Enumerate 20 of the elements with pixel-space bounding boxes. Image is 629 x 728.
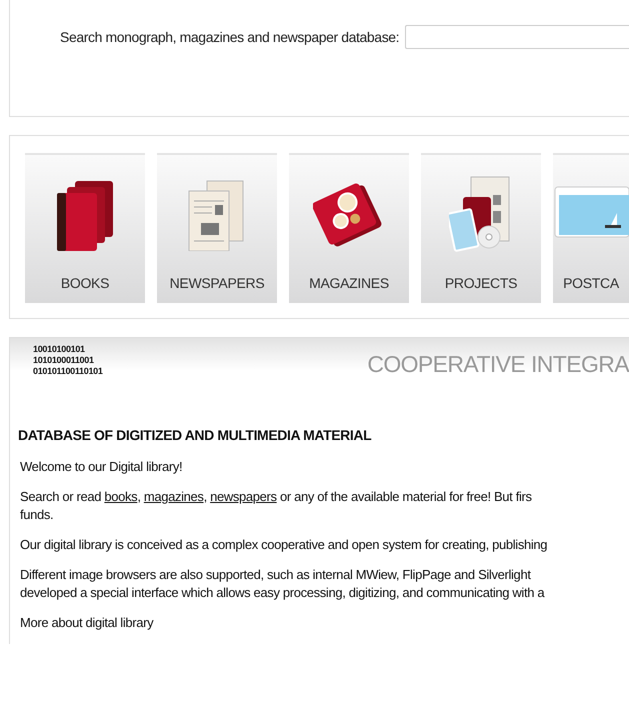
paragraph: Our digital library is conceived as a complex cooperative and open system for creating, publishing <box>20 536 548 554</box>
section-heading: DATABASE OF DIGITIZED AND MULTIMEDIA MATERIAL <box>18 427 372 443</box>
category-tile[interactable]: PROJECTS <box>421 153 541 303</box>
binary-code-text: 10010100101 <box>33 344 86 355</box>
category-tile[interactable]: BOOKS <box>25 153 145 303</box>
search-field[interactable] <box>405 25 629 49</box>
link[interactable]: books <box>104 489 138 504</box>
category-tile[interactable]: POSTCA <box>553 153 629 303</box>
paragraph: More about digital library <box>20 614 154 632</box>
paragraph: Search or read books, magazines, newspapers or any of the available material for free! But firs funds. <box>20 488 533 524</box>
category-tile[interactable]: NEWSPAPERS <box>157 153 277 303</box>
paragraph: Different image browsers are also supported, such as internal MWiew, FlipPage and Silverlight developed a special interface which allows easy processing, digitizing, and communicating with a <box>20 566 546 602</box>
paragraph: Welcome to our Digital library! <box>20 458 184 476</box>
binary-code-text: 010101100110101 <box>33 366 103 377</box>
category-tile[interactable]: MAGAZINES <box>289 153 409 303</box>
link[interactable]: newspapers <box>210 489 277 504</box>
search-label: Search monograph, magazines and newspaper database: <box>60 29 400 45</box>
link[interactable]: magazines <box>144 489 204 504</box>
banner-title: COOPERATIVE INTEGRA <box>367 351 629 378</box>
binary-code-text: 1010100011001 <box>33 355 95 366</box>
